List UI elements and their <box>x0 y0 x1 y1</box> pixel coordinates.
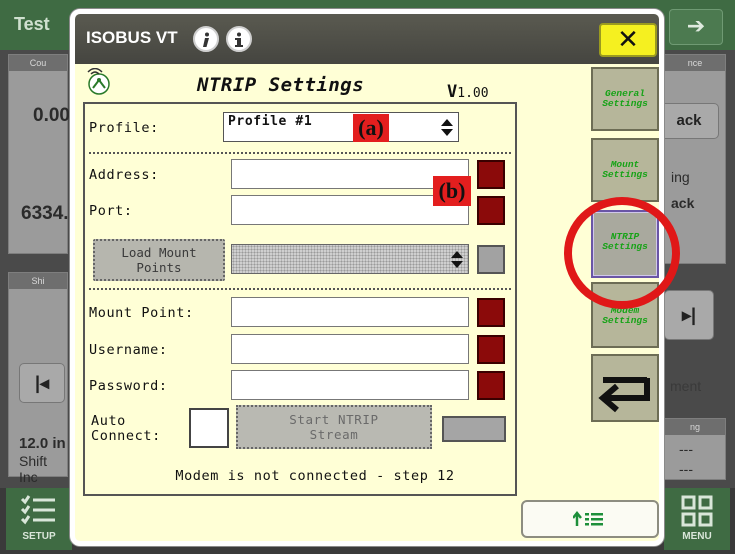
up-arrow-list-icon <box>572 510 603 526</box>
version-number: 1.00 <box>457 86 489 101</box>
address-label: Address: <box>89 167 159 183</box>
version-label: V1.00 <box>447 82 489 102</box>
username-input[interactable] <box>231 334 469 364</box>
mount-points-status-indicator <box>477 245 505 274</box>
tab-mount-settings[interactable]: Mount Settings <box>591 138 659 202</box>
panel-header: nce <box>665 55 725 71</box>
profile-select[interactable]: Profile #1 <box>223 112 459 142</box>
panel-text: ment <box>670 378 702 394</box>
load-mount-points-button[interactable]: Load Mount Points <box>93 239 225 281</box>
dialog-header: ISOBUS VT ✕ <box>75 14 659 64</box>
tab-label: Mount Settings <box>602 159 648 180</box>
panel-value: 0.00 <box>33 105 70 126</box>
ntrip-settings-panel: Profile: Profile #1 (a) Address: Port: (… <box>83 102 517 496</box>
forward-nav-button[interactable]: ➔ <box>669 9 723 45</box>
gps-antenna-icon <box>87 68 110 95</box>
port-label: Port: <box>89 203 133 219</box>
panel-header: Cou <box>9 55 67 71</box>
load-mount-points-label: Load Mount Points <box>121 245 197 275</box>
back-partial-button[interactable]: ack <box>659 103 719 139</box>
panel-value: 6334. <box>21 203 69 224</box>
arrow-right-icon: ➔ <box>686 14 706 39</box>
page-list-button[interactable] <box>521 500 659 538</box>
panel-value: Shift Inc <box>19 453 48 485</box>
mount-point-status-indicator <box>477 298 505 327</box>
left-panel-top: Cou 0.00 6334. <box>8 54 70 254</box>
mount-point-input[interactable] <box>231 297 469 327</box>
panel-text: --- <box>679 441 693 457</box>
return-arrow-icon <box>598 377 650 413</box>
close-icon: ✕ <box>617 25 639 55</box>
auto-connect-label: Auto Connect: <box>91 413 161 444</box>
mount-point-label: Mount Point: <box>89 305 194 321</box>
username-status-indicator <box>477 335 505 364</box>
checklist-icon <box>20 495 55 525</box>
tab-general-settings[interactable]: General Settings <box>591 67 659 131</box>
divider <box>89 152 511 154</box>
menu-label: MENU <box>682 531 712 542</box>
left-panel-bottom: Shi |◂ 12.0 in Shift Inc <box>8 272 68 485</box>
start-ntrip-stream-button[interactable]: Start NTRIP Stream <box>236 405 432 449</box>
password-input[interactable] <box>231 370 469 400</box>
status-message: Modem is not connected - step 12 <box>175 468 455 484</box>
panel-text: ack <box>671 195 695 211</box>
tab-label: General Settings <box>602 88 648 109</box>
tab-label: Modem Settings <box>602 305 648 326</box>
port-status-indicator <box>477 196 505 225</box>
setup-label: SETUP <box>22 531 56 542</box>
profile-value: Profile #1 <box>228 114 313 129</box>
up-down-arrows-icon <box>441 119 453 137</box>
password-label: Password: <box>89 378 168 394</box>
info-italic-icon <box>203 32 209 47</box>
annotation-a: (a) <box>353 114 389 142</box>
divider <box>89 288 511 290</box>
highlight-circle-annotation <box>564 197 680 309</box>
up-down-arrows-icon <box>451 251 463 269</box>
auto-connect-checkbox[interactable] <box>189 408 229 448</box>
menu-button[interactable]: MENU <box>664 488 730 550</box>
annotation-b: (b) <box>433 176 471 206</box>
info-icon <box>235 32 243 47</box>
profile-label: Profile: <box>89 120 159 136</box>
stream-status-indicator <box>442 416 506 442</box>
panel-header: Shi <box>9 273 67 289</box>
back-button[interactable] <box>591 354 659 422</box>
isobus-vt-dialog: ISOBUS VT ✕ NTRIP Settings V1.00 Profile… <box>70 9 680 546</box>
address-status-indicator <box>477 160 505 189</box>
panel-header: ng <box>665 419 725 435</box>
dialog-title: ISOBUS VT <box>86 28 178 47</box>
previous-button[interactable]: |◂ <box>19 363 65 403</box>
app-title: Test <box>14 14 50 34</box>
setup-button[interactable]: SETUP <box>6 488 72 550</box>
username-label: Username: <box>89 342 168 358</box>
next-button[interactable]: ▸| <box>664 290 714 340</box>
grid-menu-icon <box>681 495 713 527</box>
close-button[interactable]: ✕ <box>599 23 657 57</box>
page-title: NTRIP Settings <box>197 74 365 96</box>
password-status-indicator <box>477 371 505 400</box>
panel-value: 12.0 in <box>19 435 66 452</box>
version-prefix: V <box>447 82 458 102</box>
panel-text: --- <box>679 461 693 477</box>
info-button[interactable] <box>193 26 219 52</box>
right-panel-bottom: ng --- --- <box>664 418 726 480</box>
panel-text: ing <box>671 169 690 185</box>
start-ntrip-stream-label: Start NTRIP Stream <box>289 412 379 442</box>
mount-points-select[interactable] <box>231 244 469 274</box>
info-details-button[interactable] <box>226 26 252 52</box>
